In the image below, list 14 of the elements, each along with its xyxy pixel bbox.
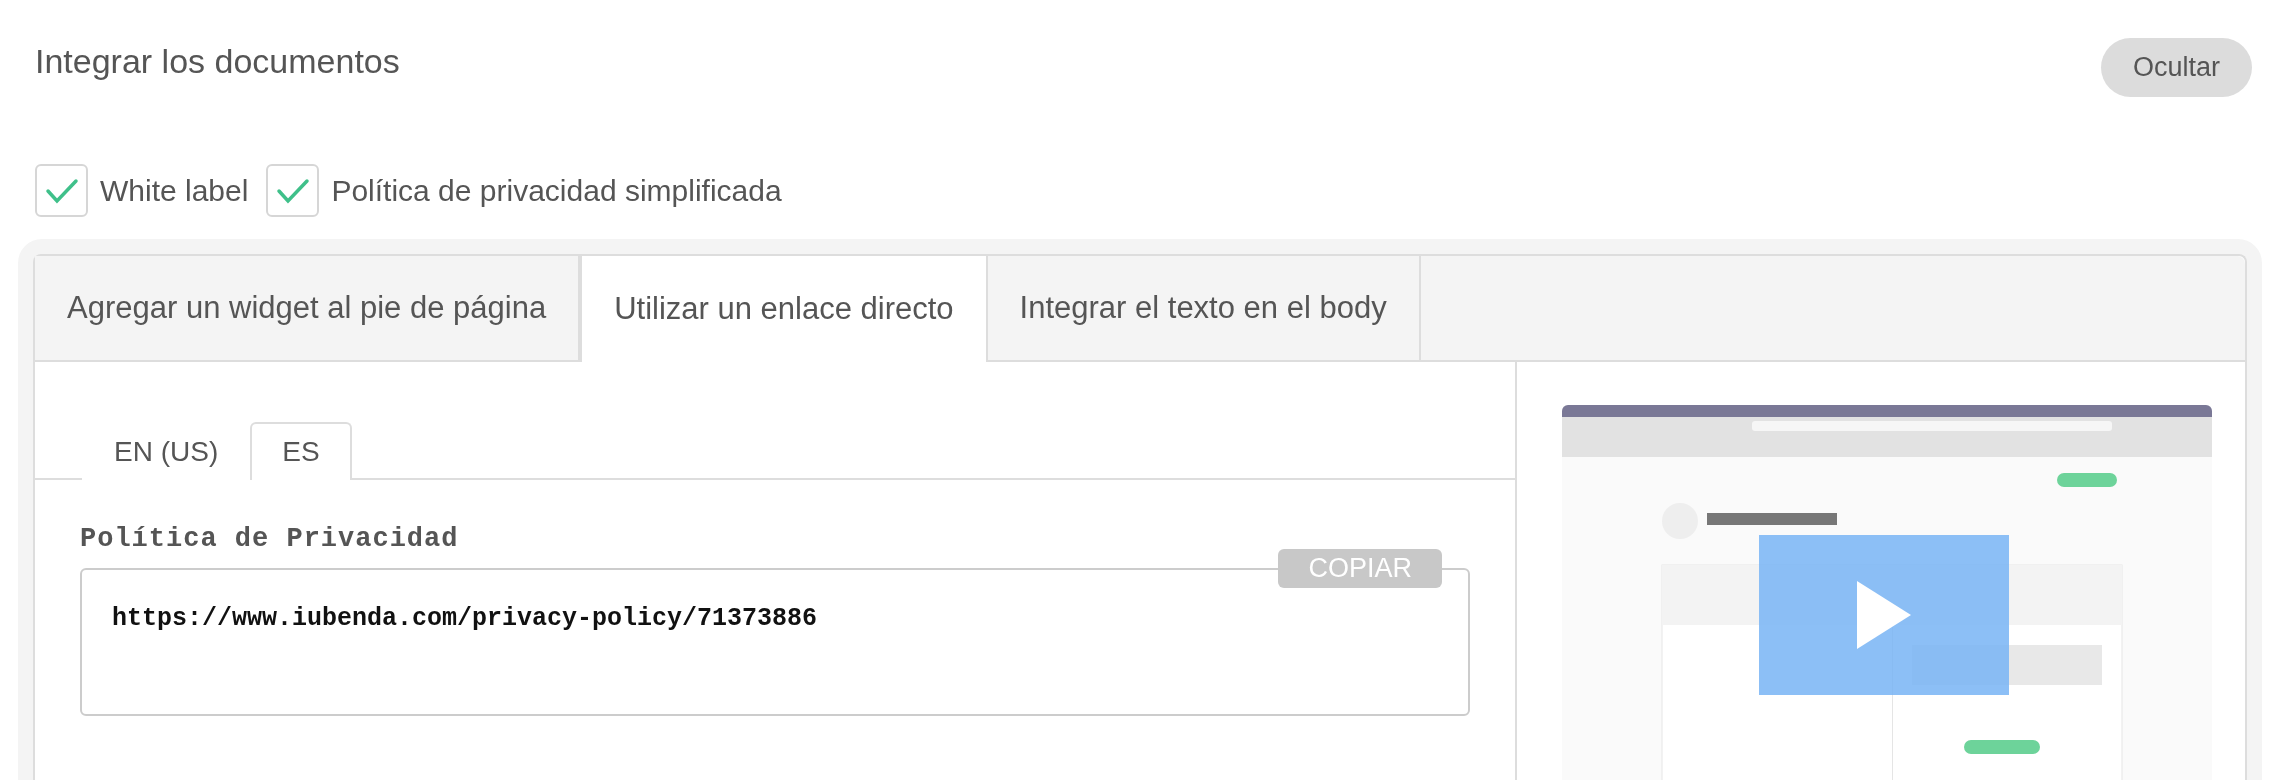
tab[interactable]: Utilizar un enlace directo <box>580 256 988 362</box>
play-icon <box>1857 581 1911 649</box>
play-button[interactable] <box>1759 535 2009 695</box>
checkbox-label: Política de privacidad simplificada <box>331 173 782 208</box>
check-icon <box>275 176 310 205</box>
section-title: Integrar los documentos <box>35 42 400 81</box>
field-label: Política de Privacidad <box>80 524 460 554</box>
checkbox-label: White label <box>100 173 249 208</box>
hide-button[interactable]: Ocultar <box>2100 38 2252 97</box>
language-tab[interactable]: ES <box>250 422 352 480</box>
check-icon <box>44 176 79 205</box>
tab[interactable]: Agregar un widget al pie de página <box>35 256 581 360</box>
checkbox[interactable] <box>266 164 320 217</box>
checkbox[interactable] <box>35 164 88 217</box>
